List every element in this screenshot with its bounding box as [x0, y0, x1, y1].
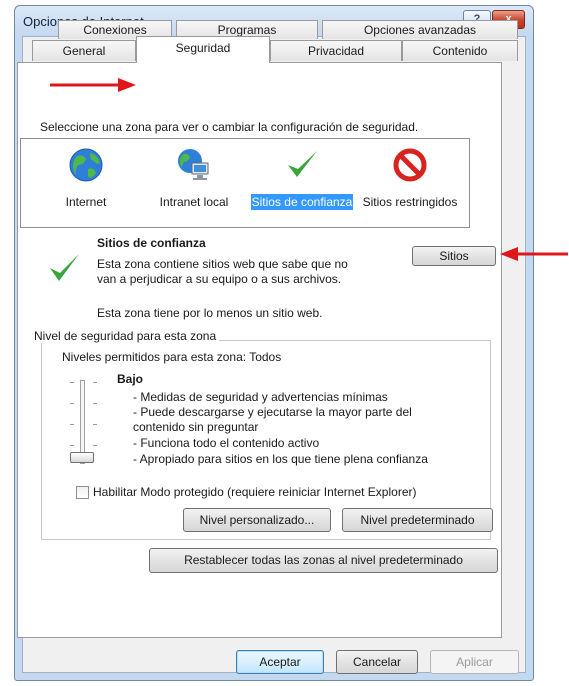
- protected-mode-label[interactable]: Habilitar Modo protegido (requiere reini…: [93, 485, 416, 499]
- default-level-button[interactable]: Nivel predeterminado: [342, 508, 493, 532]
- protected-mode-checkbox[interactable]: [76, 486, 89, 499]
- cancel-button[interactable]: Cancelar: [336, 650, 418, 674]
- zone-info-desc-line2: van a perjudicar a su equipo o a sus arc…: [97, 272, 342, 286]
- security-level-slider-thumb[interactable]: [70, 452, 94, 463]
- zone-info-desc-line1: Esta zona contiene sitios web que sabe q…: [97, 257, 348, 271]
- security-level-group-title: Nivel de seguridad para esta zona: [34, 329, 220, 343]
- slider-tick: [93, 445, 97, 446]
- zone-label-intranet-local: Intranet local: [159, 195, 229, 209]
- slider-tick: [93, 382, 97, 383]
- zone-sitios-de-confianza[interactable]: Sitios de confianza: [247, 139, 357, 227]
- zone-list: Internet Intranet local Sitios de confia…: [20, 138, 470, 228]
- tab-contenido[interactable]: Contenido: [402, 40, 518, 61]
- annotation-arrow-left: [500, 247, 568, 261]
- slider-tick: [70, 382, 74, 383]
- sites-button[interactable]: Sitios: [412, 246, 496, 266]
- slider-tick: [70, 403, 74, 404]
- zone-label-sitios-restringidos: Sitios restringidos: [362, 195, 458, 209]
- level-bullet: - Medidas de seguridad y advertencias mí…: [133, 390, 388, 404]
- zone-sitios-restringidos[interactable]: Sitios restringidos: [355, 139, 465, 227]
- annotation-arrow-right: [50, 78, 136, 92]
- reset-all-zones-button[interactable]: Restablecer todas las zonas al nivel pre…: [149, 548, 498, 573]
- tab-privacidad[interactable]: Privacidad: [270, 40, 402, 61]
- zone-label-sitios-de-confianza: Sitios de confianza: [250, 194, 354, 210]
- checkmark-icon: [288, 151, 317, 177]
- slider-tick: [70, 445, 74, 446]
- zone-instruction: Seleccione una zona para ver o cambiar l…: [40, 120, 419, 134]
- zone-info-note: Esta zona tiene por lo menos un sitio we…: [97, 306, 323, 320]
- slider-tick: [93, 403, 97, 404]
- level-bullet: contenido sin preguntar: [133, 420, 259, 434]
- custom-level-button[interactable]: Nivel personalizado...: [183, 508, 331, 532]
- slider-tick: [70, 424, 74, 425]
- intranet-icon: [178, 149, 209, 180]
- level-bullet: - Funciona todo el contenido activo: [133, 436, 320, 450]
- zone-label-internet: Internet: [65, 195, 107, 209]
- slider-tick: [93, 424, 97, 425]
- trusted-sites-checkmark-icon: [50, 254, 79, 281]
- zone-info-title: Sitios de confianza: [97, 236, 206, 250]
- tab-opciones-avanzadas[interactable]: Opciones avanzadas: [322, 20, 518, 39]
- level-bullet: - Apropiado para sitios en los que tiene…: [133, 452, 428, 466]
- tab-seguridad[interactable]: Seguridad: [136, 36, 270, 63]
- ok-button[interactable]: Aceptar: [236, 650, 324, 674]
- restricted-icon: [393, 148, 427, 182]
- zone-intranet-local[interactable]: Intranet local: [139, 139, 249, 227]
- tab-general[interactable]: General: [32, 40, 136, 61]
- allowed-levels-text: Niveles permitidos para esta zona: Todos: [62, 350, 282, 364]
- level-bullet: - Puede descargarse y ejecutarse la mayo…: [133, 405, 412, 419]
- security-level-name: Bajo: [117, 372, 144, 386]
- globe-icon: [69, 148, 103, 182]
- apply-button[interactable]: Aplicar: [430, 650, 519, 674]
- zone-internet[interactable]: Internet: [31, 139, 141, 227]
